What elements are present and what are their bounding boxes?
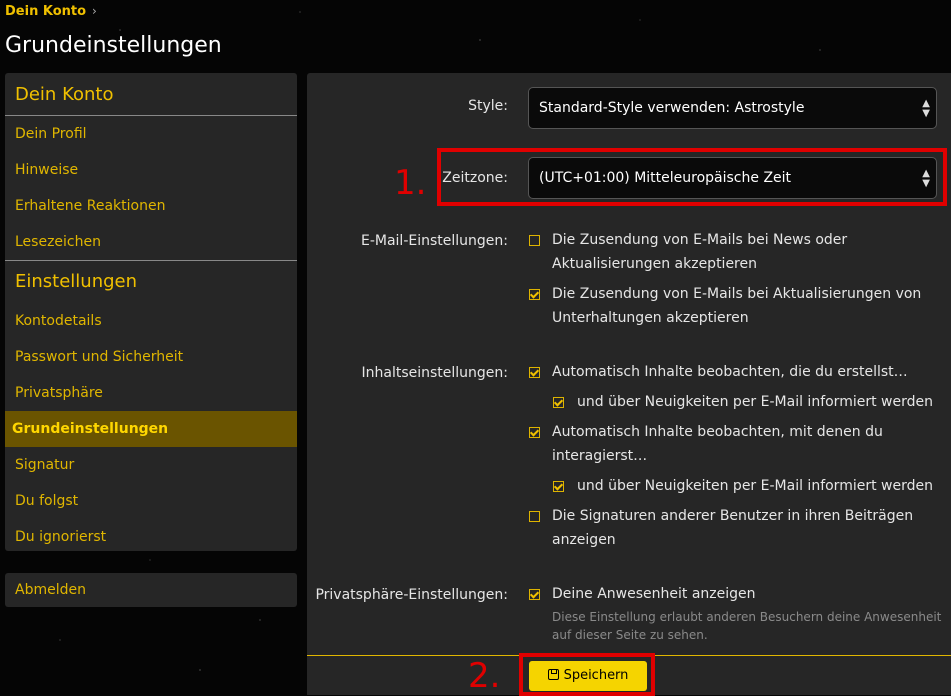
watch-created-checkbox[interactable] [529,367,540,378]
presence-hint: Diese Einstellung erlaubt anderen Besuch… [552,610,942,642]
show-signatures-checkbox[interactable] [529,511,540,522]
sidebar-item-account-details[interactable]: Kontodetails [5,303,297,339]
watch-interacted-email-checkbox[interactable] [553,481,564,492]
page-title: Grundeinstellungen [5,33,222,58]
style-label: Style: [468,98,508,114]
watch-interacted-email-option: und über Neuigkeiten per E-Mail informie… [577,478,933,494]
show-presence-option: Deine Anwesenheit anzeigen [552,586,756,602]
show-presence-checkbox[interactable] [529,589,540,600]
save-button[interactable]: Speichern [529,661,647,691]
breadcrumb-link[interactable]: Dein Konto [5,4,86,19]
watch-interacted-checkbox[interactable] [529,427,540,438]
watch-created-email-checkbox[interactable] [553,397,564,408]
email-settings-label: E-Mail-Einstellungen: [360,233,508,249]
email-conversations-option: Die Zusendung von E-Mails bei Aktualisie… [552,286,922,326]
annotation-number-1: 1. [394,163,427,203]
watch-interacted-option: Automatisch Inhalte beobachten, mit dene… [552,424,883,464]
sidebar-item-alerts[interactable]: Hinweise [5,152,297,188]
sidebar-item-signature[interactable]: Signatur [5,447,297,483]
annotation-number-2: 2. [468,656,501,696]
logout-button[interactable]: Abmelden [5,573,297,607]
sidebar-item-reactions[interactable]: Erhaltene Reaktionen [5,188,297,224]
save-button-label: Speichern [563,668,629,683]
sidebar-item-ignoring[interactable]: Du ignorierst [5,519,297,555]
email-conversations-checkbox[interactable] [529,289,540,300]
style-select[interactable]: Standard-Style verwenden: Astrostyle ▲ ▼ [528,87,937,129]
sidebar-item-profile[interactable]: Dein Profil [5,116,297,152]
breadcrumb[interactable]: Dein Konto › [5,4,97,19]
content-settings-label: Inhaltseinstellungen: [361,365,508,381]
show-signatures-option: Die Signaturen anderer Benutzer in ihren… [552,508,914,548]
sidebar-section-title: Einstellungen [5,260,297,303]
sidebar-item-bookmarks[interactable]: Lesezeichen [5,224,297,260]
sidebar-item-preferences[interactable]: Grundeinstellungen [5,411,297,447]
sidebar: Dein Konto Dein Profil Hinweise Erhalten… [5,73,297,551]
watch-created-option: Automatisch Inhalte beobachten, die du e… [552,364,908,380]
sidebar-item-following[interactable]: Du folgst [5,483,297,519]
email-news-checkbox[interactable] [529,235,540,246]
updown-arrows-icon: ▲ ▼ [922,98,930,119]
sidebar-section-title: Dein Konto [5,73,297,116]
watch-created-email-option: und über Neuigkeiten per E-Mail informie… [577,394,933,410]
chevron-right-icon: › [92,4,97,18]
style-select-value: Standard-Style verwenden: Astrostyle [539,100,805,116]
highlight-box-timezone [437,148,947,206]
sidebar-item-password-security[interactable]: Passwort und Sicherheit [5,339,297,375]
floppy-disk-icon [547,669,559,680]
privacy-settings-label: Privatsphäre-Einstellungen: [315,587,508,603]
email-news-option: Die Zusendung von E-Mails bei News oder … [552,232,848,272]
sidebar-item-privacy[interactable]: Privatsphäre [5,375,297,411]
